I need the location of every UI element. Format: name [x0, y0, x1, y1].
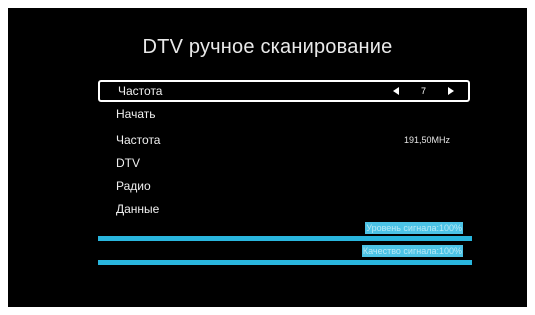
dtv-label: DTV [116, 156, 140, 170]
frequency-info-value: 191,50MHz [403, 135, 450, 145]
signal-quality-bar [98, 260, 472, 265]
radio-label: Радио [116, 179, 151, 193]
frequency-info-label: Частота [116, 133, 161, 147]
start-scan-label: Начать [116, 107, 156, 121]
tv-screen: DTV ручное сканирование Частота 7 Начать… [8, 8, 527, 307]
arrow-left-icon[interactable] [392, 87, 399, 95]
radio-count-row: Радио [98, 175, 470, 197]
start-scan-row[interactable]: Начать [98, 103, 470, 125]
signal-level-bar [98, 236, 472, 241]
signal-quality-label: Качество сигнала:100% [361, 245, 463, 257]
arrow-right-icon[interactable] [448, 87, 454, 95]
frequency-channel-value: 7 [420, 86, 426, 96]
frequency-selector[interactable]: 7 [392, 86, 454, 96]
data-count-row: Данные [98, 198, 470, 220]
frequency-info-row: Частота 191,50MHz [98, 129, 470, 151]
signal-level-label: Уровень сигнала:100% [365, 222, 463, 234]
frequency-selector-label: Частота [118, 84, 163, 98]
dtv-count-row: DTV [98, 152, 470, 174]
data-label: Данные [116, 202, 160, 216]
page-title: DTV ручное сканирование [142, 36, 393, 58]
frequency-selector-row[interactable]: Частота 7 [98, 80, 470, 102]
